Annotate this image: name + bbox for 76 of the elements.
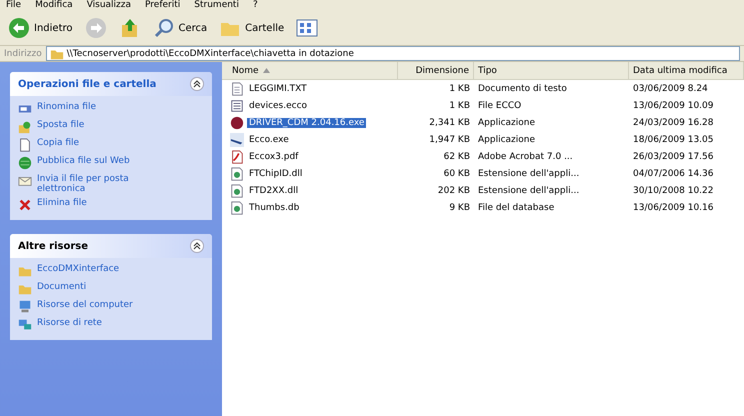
file-name[interactable]: Thumbs.db [247, 202, 302, 212]
table-cell-text: 13/06/2009 10.16 [632, 202, 714, 212]
envelope-icon [18, 174, 32, 188]
delete-icon [18, 198, 32, 212]
table-cell-text: Estensione dell'appli... [477, 186, 580, 196]
text-file-icon [230, 82, 244, 96]
column-header[interactable]: Data ultima modifica [629, 62, 744, 79]
menu-item[interactable]: Visualizza [86, 0, 132, 11]
task-link[interactable]: Risorse di rete [37, 318, 102, 328]
task-link[interactable]: Pubblica file sul Web [37, 156, 130, 166]
table-cell-text: 18/06/2009 13.05 [632, 134, 714, 144]
table-cell-text: 03/06/2009 8.24 [632, 84, 709, 94]
table-cell-text: 62 KB [442, 152, 471, 162]
task-link[interactable]: Documenti [37, 282, 86, 292]
chevron-icon [193, 80, 201, 88]
table-cell-text: 04/07/2006 14.36 [632, 168, 714, 178]
address-label: Indirizzo [4, 48, 42, 58]
task-link[interactable]: Elimina file [37, 198, 87, 208]
disc-icon [230, 116, 244, 130]
panel-title: Altre risorse [18, 240, 88, 252]
table-cell-text: Applicazione [477, 134, 536, 144]
task-link[interactable]: Sposta file [37, 120, 84, 130]
file-name[interactable]: FTD2XX.dll [247, 186, 300, 196]
views-icon [296, 17, 318, 39]
panel-title: Operazioni file e cartella [18, 78, 156, 90]
collapse-button[interactable] [190, 239, 204, 253]
table-cell-text: 2,341 KB [428, 118, 471, 128]
address-field[interactable]: \\Tecnoserver\prodotti\EccoDMXinterface\chiavetta in dotazione [46, 46, 740, 61]
column-header[interactable]: Dimensione [398, 62, 474, 79]
table-cell-text: Estensione dell'appli... [477, 168, 580, 178]
task-link[interactable]: Risorse del computer [37, 300, 133, 310]
table-cell-text: 9 KB [448, 202, 471, 212]
collapse-button[interactable] [190, 77, 204, 91]
file-name[interactable]: FTChipID.dll [247, 168, 304, 178]
menu-item[interactable]: File [6, 0, 22, 11]
table-cell-text: 1,947 KB [428, 134, 471, 144]
column-header[interactable]: Tipo [474, 62, 629, 79]
table-cell-text: 202 KB [436, 186, 471, 196]
pdf-icon [230, 150, 244, 164]
column-header[interactable]: Nome [228, 62, 398, 79]
file-name[interactable]: Eccox3.pdf [247, 152, 300, 162]
network-icon [18, 318, 32, 332]
task-link[interactable]: Rinomina file [37, 102, 96, 112]
globe-icon [18, 156, 32, 170]
computer-icon [18, 300, 32, 314]
file-name[interactable]: DRIVER_CDM 2.04.16.exe [247, 118, 366, 128]
menu-item[interactable]: Modifica [35, 0, 73, 11]
sort-arrow-icon [262, 68, 270, 73]
toolbar-button[interactable]: Cerca [148, 15, 212, 41]
table-cell-text: 60 KB [442, 168, 471, 178]
table-cell-text: Documento di testo [477, 84, 568, 94]
toolbar-button[interactable]: Cartelle [215, 15, 288, 41]
menu-item[interactable]: Preferiti [145, 0, 180, 11]
task-link[interactable]: EccoDMXinterface [37, 264, 120, 274]
table-cell-text: File del database [477, 202, 556, 212]
document-icon [230, 98, 244, 112]
file-name[interactable]: LEGGIMI.TXT [247, 84, 309, 94]
chevron-icon [193, 242, 201, 250]
table-cell-text: 30/10/2008 10.22 [632, 186, 714, 196]
table-cell-text: 13/06/2009 10.09 [632, 100, 714, 110]
table-cell-text: 1 KB [448, 100, 471, 110]
menu-item[interactable]: Strumenti [194, 0, 239, 11]
task-link[interactable]: Invia il file per posta elettronica [37, 174, 168, 194]
table-cell-text: Adobe Acrobat 7.0 ... [477, 152, 574, 162]
menu-item[interactable]: ? [252, 0, 258, 11]
task-link[interactable]: Copia file [37, 138, 80, 148]
table-cell-text: Applicazione [477, 118, 536, 128]
search-icon [152, 17, 174, 39]
table-cell-text: File ECCO [477, 100, 522, 110]
table-cell-text: 24/03/2009 16.28 [632, 118, 714, 128]
file-name[interactable]: Ecco.exe [247, 134, 291, 144]
page-icon [18, 138, 32, 152]
table-cell-text: 26/03/2009 17.56 [632, 152, 714, 162]
toolbar-button[interactable]: Indietro [4, 15, 76, 41]
file-name[interactable]: devices.ecco [247, 100, 310, 110]
table-cell-text: 1 KB [448, 84, 471, 94]
